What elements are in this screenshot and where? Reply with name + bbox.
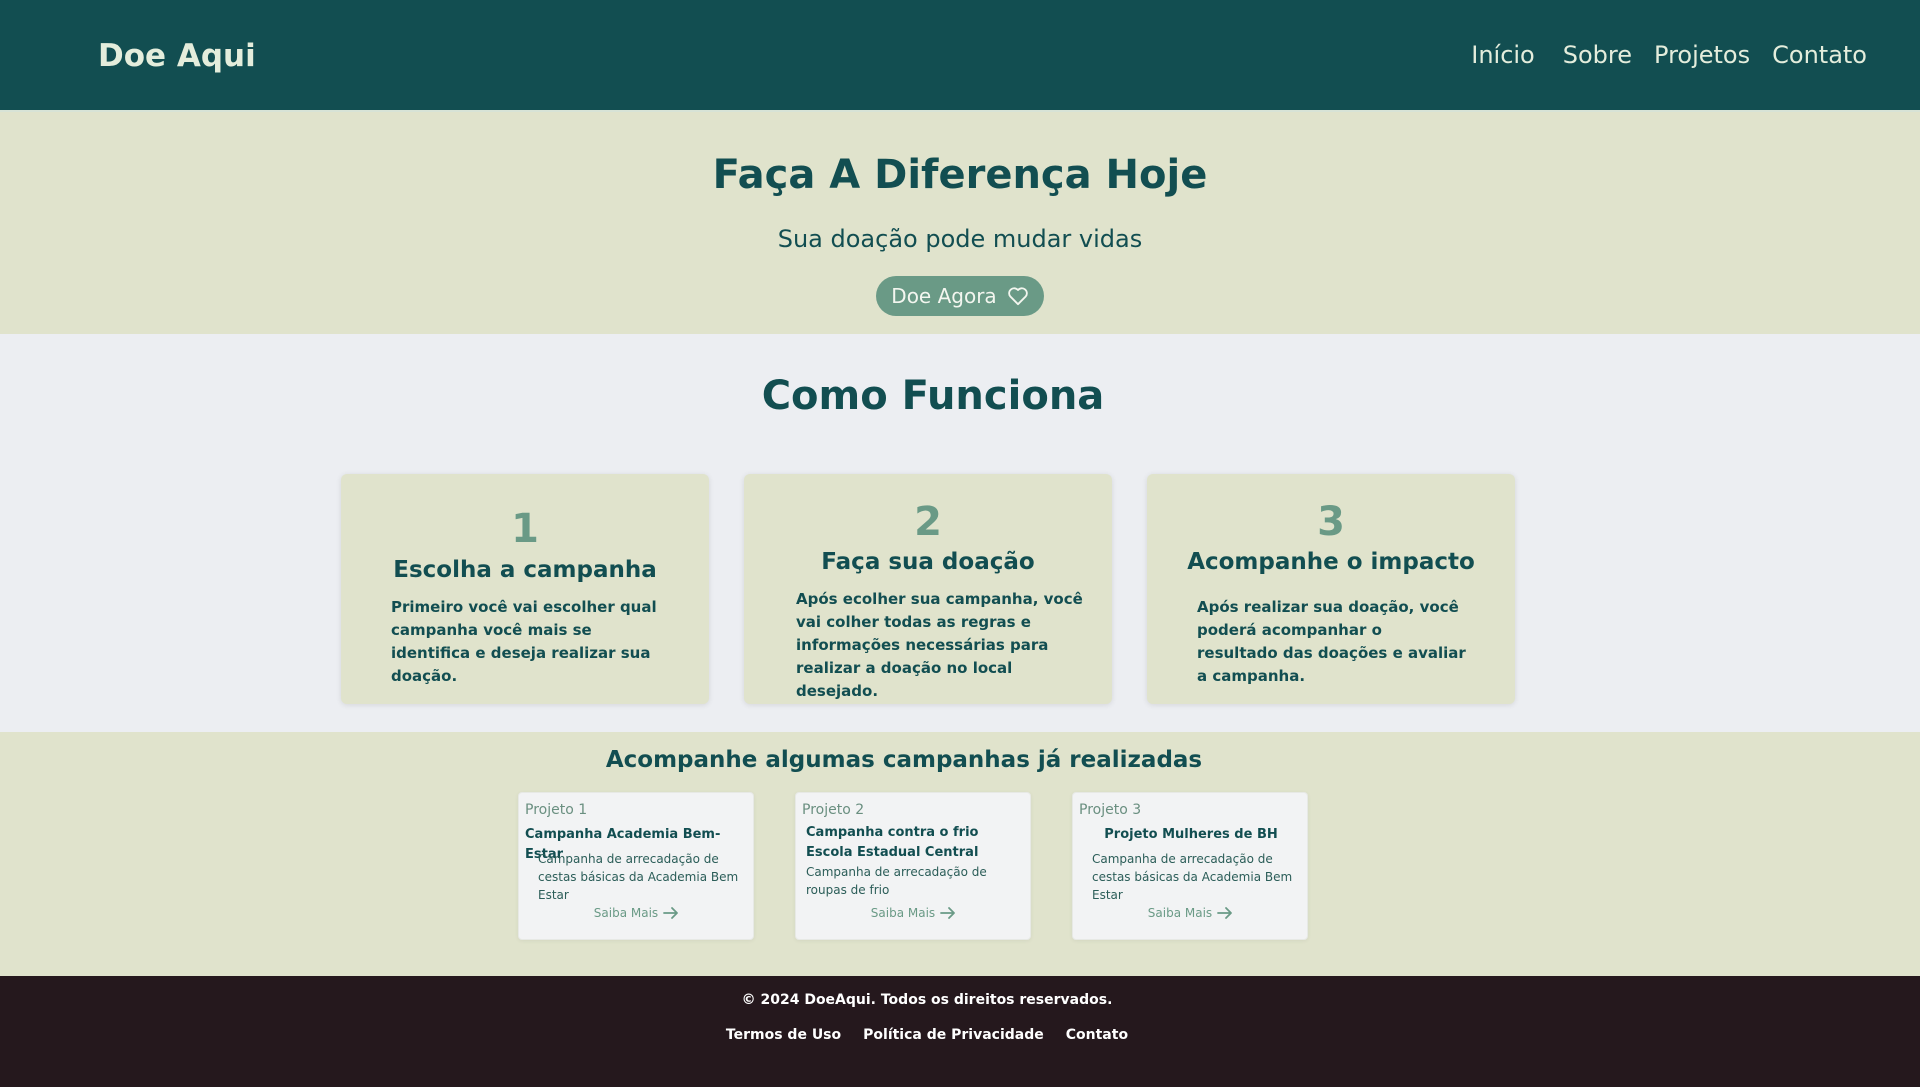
step-title: Escolha a campanha [393,557,657,583]
arrow-right-icon [663,907,679,919]
step-card-3: 3 Acompanhe o impacto Após realizar sua … [1147,474,1515,704]
step-number: 1 [511,506,539,552]
campaign-label: Projeto 1 [525,802,588,818]
nav-link-contato[interactable]: Contato [1772,41,1867,69]
hero-subtitle: Sua doação pode mudar vidas [777,225,1143,253]
learn-more-link[interactable]: Saiba Mais [796,905,1032,921]
campaign-card-3[interactable]: Projeto 3 Projeto Mulheres de BH Campanh… [1072,792,1308,940]
campaign-label: Projeto 3 [1079,802,1142,818]
step-description: Primeiro você vai escolher qual campanha… [391,598,657,685]
how-it-works-title: Como Funciona [761,373,1105,419]
site-header: Doe Aqui Início Sobre Projetos Contato [0,0,1920,112]
hero-title: Faça A Diferença Hoje [712,152,1208,198]
learn-more-link[interactable]: Saiba Mais [1073,905,1309,921]
footer-link-contact[interactable]: Contato [1066,1027,1128,1043]
campaign-description: Campanha de arrecadação de roupas de fri… [806,865,987,897]
donate-now-label: Doe Agora [891,284,997,308]
footer-links: Termos de Uso Política de Privacidade Co… [0,1027,1854,1043]
campaign-title: Campanha contra o frio Escola Estadual C… [806,825,979,860]
step-description: Após realizar sua doação, você poderá ac… [1197,598,1466,685]
learn-more-link[interactable]: Saiba Mais [519,905,755,921]
heart-icon [1007,287,1028,306]
step-title: Acompanhe o impacto [1187,549,1475,575]
learn-more-label: Saiba Mais [593,906,659,920]
campaign-description: Campanha de arrecadação de cestas básica… [1092,852,1293,902]
nav-link-sobre[interactable]: Sobre [1563,41,1632,69]
copyright-text: © 2024 DoeAqui. Todos os direitos reserv… [741,992,1113,1008]
campaign-description: Campanha de arrecadação de cestas básica… [538,852,739,902]
nav-link-inicio[interactable]: Início [1471,41,1535,69]
how-it-works-section: Como Funciona 1 Escolha a campanha Prime… [0,334,1920,732]
learn-more-label: Saiba Mais [870,906,936,920]
donate-now-button[interactable]: Doe Agora [876,276,1044,316]
arrow-right-icon [1217,907,1233,919]
site-footer: © 2024 DoeAqui. Todos os direitos reserv… [0,976,1920,1087]
nav-link-projetos[interactable]: Projetos [1654,41,1750,69]
learn-more-label: Saiba Mais [1147,906,1213,920]
site-logo[interactable]: Doe Aqui [98,38,256,74]
campaign-card-1[interactable]: Projeto 1 Campanha Academia Bem-Estar Ca… [518,792,754,940]
footer-link-terms[interactable]: Termos de Uso [726,1027,841,1043]
step-card-1: 1 Escolha a campanha Primeiro você vai e… [341,474,709,704]
main-nav: Início Sobre Projetos Contato [1471,41,1867,69]
arrow-right-icon [940,907,956,919]
campaigns-section: Acompanhe algumas campanhas já realizada… [0,732,1920,976]
campaign-title: Projeto Mulheres de BH [1104,827,1278,842]
footer-link-privacy[interactable]: Política de Privacidade [863,1027,1044,1043]
step-number: 2 [914,499,942,545]
hero-section: Faça A Diferença Hoje Sua doação pode mu… [0,112,1920,334]
step-title: Faça sua doação [821,549,1035,575]
campaigns-title: Acompanhe algumas campanhas já realizada… [605,747,1203,773]
step-description: Após ecolher sua campanha, você vai colh… [796,590,1083,700]
step-number: 3 [1317,499,1345,545]
campaign-card-2[interactable]: Projeto 2 Campanha contra o frio Escola … [795,792,1031,940]
campaign-label: Projeto 2 [802,802,865,818]
step-card-2: 2 Faça sua doação Após ecolher sua campa… [744,474,1112,704]
